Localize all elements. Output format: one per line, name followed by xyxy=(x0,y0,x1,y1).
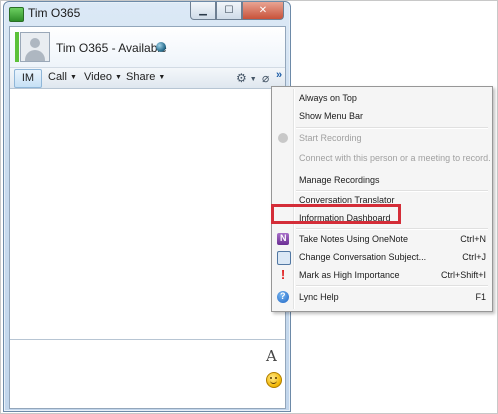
window-title: Tim O365 xyxy=(28,6,81,20)
menu-item-shortcut: Ctrl+J xyxy=(462,252,486,262)
call-button[interactable]: Call ▼ xyxy=(48,71,77,83)
message-compose-area[interactable]: A xyxy=(10,340,285,407)
chevron-down-icon: ▼ xyxy=(158,74,166,81)
conversation-history[interactable] xyxy=(10,89,285,340)
share-label: Share xyxy=(126,71,156,83)
menu-item-shortcut: Ctrl+Shift+I xyxy=(440,270,486,280)
menu-item-label: Take Notes Using OneNote xyxy=(299,234,409,244)
conversation-subject-icon xyxy=(277,251,291,265)
font-icon[interactable]: A xyxy=(266,347,277,365)
options-menu: Always on Top Show Menu Bar Start Record… xyxy=(271,86,493,312)
menu-item-show-menu-bar[interactable]: Show Menu Bar xyxy=(272,107,492,125)
window-client-area: Tim O365 - Available IM Call ▼ Video ▼ Sha… xyxy=(9,26,286,409)
help-icon xyxy=(277,291,289,303)
menu-item-label: Always on Top xyxy=(299,93,357,103)
menu-item-shortcut: F1 xyxy=(475,292,486,302)
menu-item-start-recording: Start Recording xyxy=(272,129,492,147)
menu-item-high-importance[interactable]: ! Mark as High Importance Ctrl+Shift+I xyxy=(272,266,492,284)
menu-item-label: Lync Help xyxy=(299,292,339,302)
menu-item-label: Show Menu Bar xyxy=(299,111,364,121)
exclamation-icon: ! xyxy=(280,267,286,282)
chevron-down-icon: ▼ xyxy=(114,74,122,81)
onenote-icon xyxy=(277,233,289,245)
chevron-down-icon: ▼ xyxy=(249,76,257,83)
menu-item-record-hint: Connect with this person or a meeting to… xyxy=(272,149,492,167)
minimize-button[interactable]: ▁ xyxy=(190,2,216,20)
menu-item-label: Start Recording xyxy=(299,133,362,143)
menu-item-change-subject[interactable]: Change Conversation Subject... Ctrl+J xyxy=(272,248,492,266)
avatar-body xyxy=(25,50,45,61)
globe-icon xyxy=(156,42,166,52)
paperclip-icon[interactable]: ⌀ xyxy=(262,71,269,85)
share-button[interactable]: Share ▼ xyxy=(126,71,165,83)
menu-item-shortcut: Ctrl+N xyxy=(460,234,486,244)
menu-separator xyxy=(296,285,488,287)
contact-avatar[interactable] xyxy=(20,32,50,62)
lync-app-icon xyxy=(9,7,24,22)
title-bar[interactable]: Tim O365 ▁ ☐ ✕ xyxy=(4,2,290,26)
menu-item-label: Manage Recordings xyxy=(299,175,380,185)
more-options-button[interactable]: » xyxy=(276,69,282,81)
avatar-head xyxy=(30,38,40,48)
close-button[interactable]: ✕ xyxy=(242,2,284,20)
chevron-down-icon: ▼ xyxy=(69,74,77,81)
menu-item-label: Change Conversation Subject... xyxy=(299,252,427,262)
contact-header: Tim O365 - Available xyxy=(10,27,285,67)
menu-item-label: Connect with this person or a meeting to… xyxy=(299,153,491,163)
call-label: Call xyxy=(48,71,67,83)
menu-item-lync-help[interactable]: Lync Help F1 xyxy=(272,288,492,306)
highlight-annotation xyxy=(271,204,401,224)
record-icon xyxy=(278,133,288,143)
contact-name-status[interactable]: Tim O365 - Available xyxy=(56,41,167,55)
maximize-button[interactable]: ☐ xyxy=(216,2,242,20)
people-options-icon[interactable]: ⚙ ▼ xyxy=(236,71,257,85)
menu-item-manage-recordings[interactable]: Manage Recordings xyxy=(272,171,492,189)
emoticon-icon[interactable] xyxy=(266,372,282,388)
menu-item-label: Mark as High Importance xyxy=(299,270,400,280)
conversation-toolbar: IM Call ▼ Video ▼ Share ▼ ⚙ ▼ ⌀ » xyxy=(10,67,285,89)
conversation-window: Tim O365 ▁ ☐ ✕ Tim O365 - Available IM C… xyxy=(3,1,291,412)
im-button[interactable]: IM xyxy=(14,69,42,88)
caption-buttons: ▁ ☐ ✕ xyxy=(190,2,284,20)
video-label: Video xyxy=(84,71,112,83)
presence-indicator xyxy=(15,32,19,62)
menu-item-take-notes-onenote[interactable]: Take Notes Using OneNote Ctrl+N xyxy=(272,230,492,248)
video-button[interactable]: Video ▼ xyxy=(84,71,122,83)
menu-item-always-on-top[interactable]: Always on Top xyxy=(272,89,492,107)
